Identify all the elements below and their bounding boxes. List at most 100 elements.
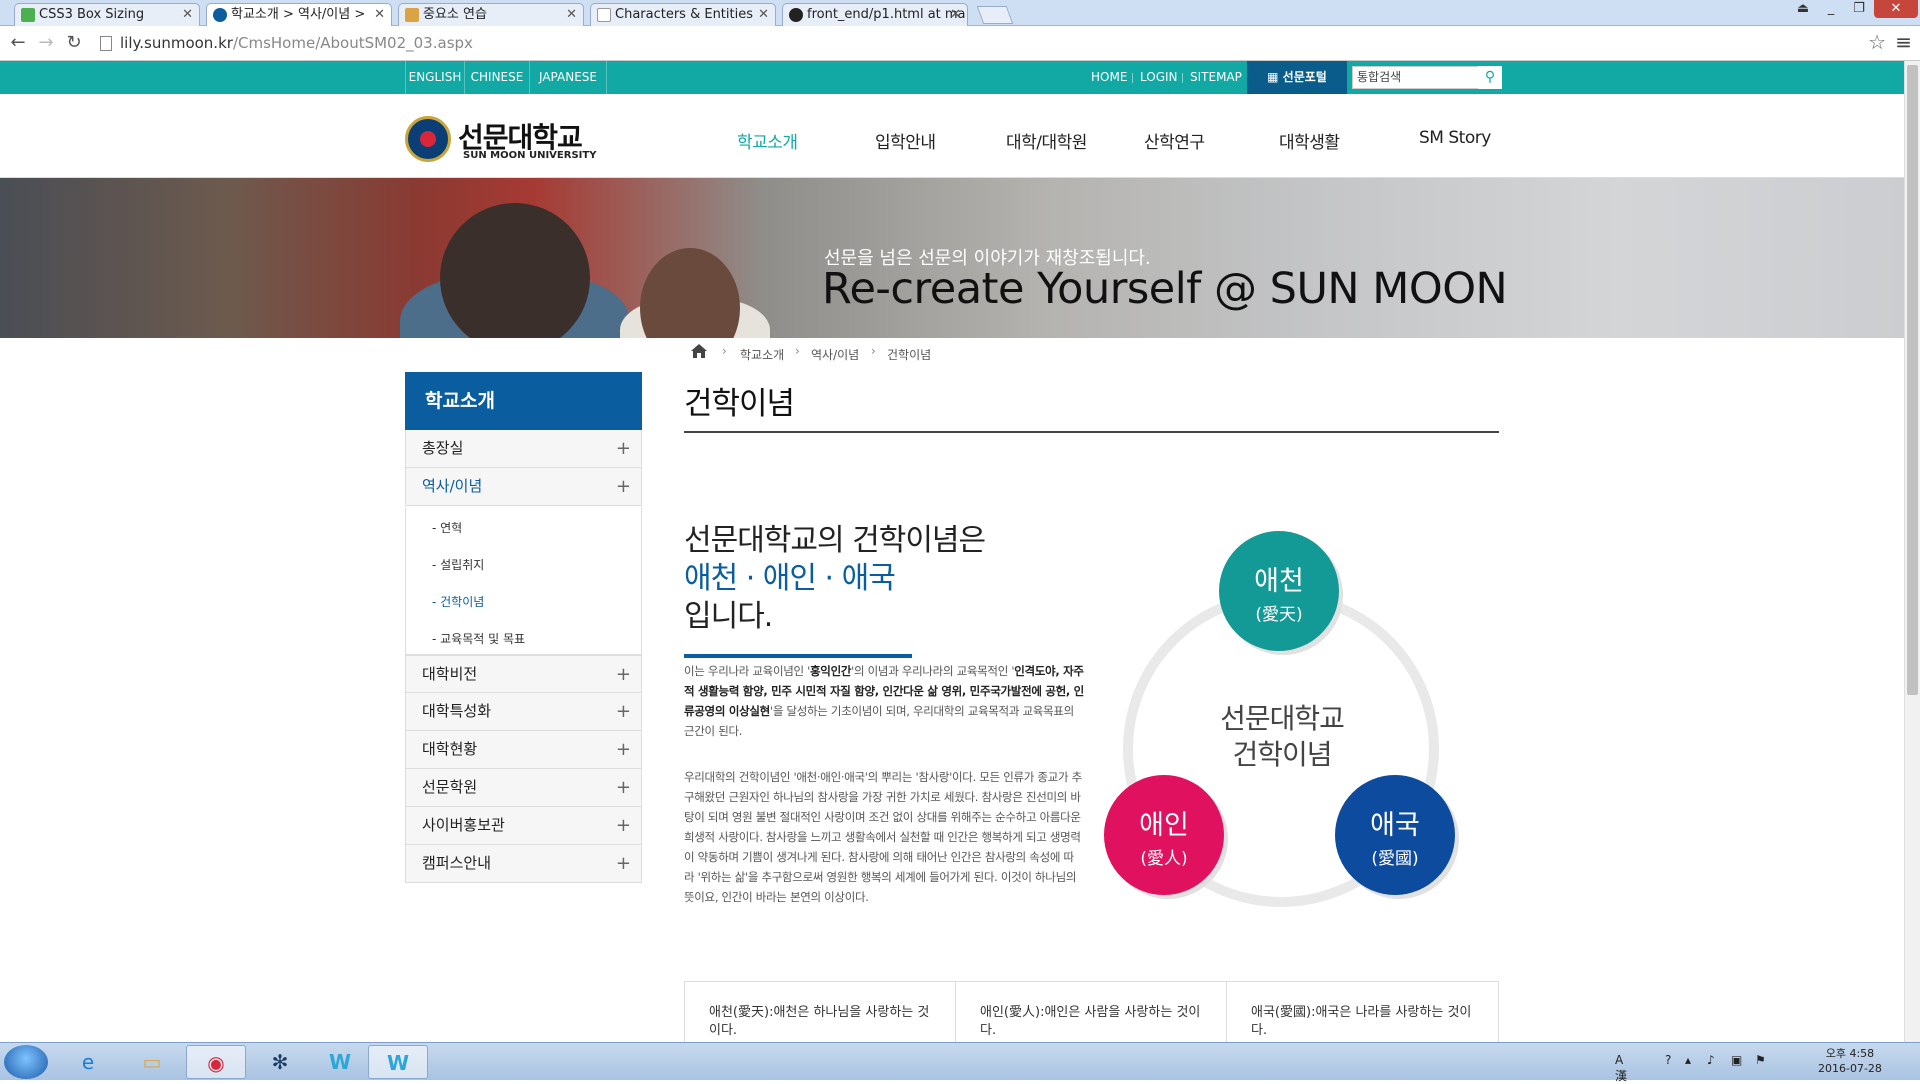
lang-english[interactable]: ENGLISH [405, 61, 465, 94]
bookmark-star-icon[interactable]: ☆ [1868, 30, 1886, 54]
clock-date: 2016-07-28 [1818, 1062, 1882, 1075]
tray-arrow-icon[interactable]: ▴ [1685, 1053, 1691, 1067]
gnb-college[interactable]: 대학/대학원 [1006, 128, 1087, 153]
plus-icon[interactable]: + [616, 731, 631, 768]
plus-icon[interactable]: + [616, 807, 631, 844]
windows-taskbar: e ▭ ◉ ✻ W W A 漢 ? ▴ ♪ ▣ ⚑ 오후 4:58 2016-0… [0, 1042, 1920, 1083]
breadcrumb-item[interactable]: 학교소개 [740, 346, 784, 363]
paragraph-1: 이는 우리나라 교육이념인 '홍익인간'의 이념과 우리나라의 교육목적인 '인… [684, 661, 1084, 741]
browser-tab-sunmoon[interactable]: 학교소개 > 역사/이념 > ✕ [206, 3, 392, 27]
close-icon[interactable]: ✕ [950, 4, 961, 25]
user-icon[interactable]: ⏏ [1790, 0, 1816, 18]
scrollbar-thumb[interactable] [1907, 65, 1918, 695]
plus-icon[interactable]: + [616, 693, 631, 730]
page-icon [100, 36, 112, 51]
url-input[interactable]: lily.sunmoon.kr/CmsHome/AboutSM02_03.asp… [96, 30, 1886, 57]
ime-indicator[interactable]: A 漢 [1615, 1053, 1627, 1084]
portal-label: 선문포털 [1282, 70, 1327, 84]
forward-icon[interactable]: → [34, 31, 58, 55]
close-icon[interactable]: ✕ [374, 4, 385, 25]
lnb-item-cyber-pr[interactable]: 사이버홍보관 + [405, 807, 642, 845]
site-icon [213, 8, 227, 22]
lnb-sub-ideology[interactable]: - 건학이념 [432, 593, 484, 610]
chevron-right-icon: › [722, 344, 727, 358]
clock-time: 오후 4:58 [1825, 1047, 1875, 1060]
gnb-admission[interactable]: 입학안내 [875, 128, 936, 153]
browser-tab-practice[interactable]: 중요소 연습 ✕ [398, 3, 584, 26]
webstorm-icon[interactable]: W [368, 1045, 428, 1079]
browser-tab-css3[interactable]: CSS3 Box Sizing ✕ [14, 3, 200, 26]
circle-hanja: (愛天) [1255, 605, 1303, 625]
browser-tab-github[interactable]: front_end/p1.html at ma ✕ [782, 3, 968, 26]
plus-icon[interactable]: + [616, 430, 631, 467]
volume-icon[interactable]: ♪ [1707, 1053, 1715, 1067]
close-icon[interactable]: ✕ [566, 4, 577, 25]
close-icon[interactable]: ✕ [182, 4, 193, 25]
gnb-research[interactable]: 산학연구 [1144, 128, 1205, 153]
window-close-button[interactable]: ✕ [1874, 0, 1918, 18]
site-header: 선문대학교 SUN MOON UNIVERSITY 학교소개 입학안내 대학/대… [0, 94, 1904, 178]
explorer-icon[interactable]: ▭ [122, 1045, 182, 1079]
tab-title: front_end/p1.html at ma [807, 7, 966, 22]
lnb-sub-goals[interactable]: - 교육목적 및 목표 [432, 630, 525, 647]
plus-icon[interactable]: + [616, 769, 631, 806]
lnb-sub-history[interactable]: - 연혁 [432, 519, 462, 536]
breadcrumb-item[interactable]: 역사/이념 [811, 346, 859, 363]
chevron-right-icon: › [795, 344, 800, 358]
close-icon[interactable]: ✕ [758, 4, 769, 25]
lnb-item-status[interactable]: 대학현황 + [405, 731, 642, 769]
banner-photo [440, 203, 590, 338]
flag-icon[interactable]: ⚑ [1755, 1053, 1766, 1067]
restore-button[interactable]: ❐ [1846, 0, 1872, 18]
plus-icon[interactable]: + [616, 468, 631, 505]
network-icon[interactable]: ▣ [1731, 1053, 1742, 1067]
plus-icon[interactable]: + [616, 656, 631, 693]
circle-love-nation: 애국 (愛國) [1335, 775, 1455, 895]
search-icon[interactable]: ⚲ [1478, 66, 1502, 89]
lnb-item-foundation[interactable]: 선문학원 + [405, 769, 642, 807]
tab-title: Characters & Entities [615, 7, 753, 22]
logo-english[interactable]: SUN MOON UNIVERSITY [463, 150, 596, 161]
util-sitemap[interactable]: SITEMAP [1190, 61, 1242, 94]
divider [684, 431, 1499, 433]
gnb-sm-story[interactable]: SM Story [1419, 128, 1491, 148]
menu-icon[interactable]: ≡ [1895, 30, 1912, 54]
chrome-icon[interactable]: ◉ [186, 1045, 246, 1079]
help-icon[interactable]: ? [1665, 1053, 1671, 1067]
lnb-item-president[interactable]: 총장실 + [405, 430, 642, 468]
ie-icon[interactable]: e [58, 1045, 118, 1079]
top-utility-bar: ENGLISH CHINESE JAPANESE HOME LOGIN SITE… [0, 61, 1904, 94]
minimize-button[interactable]: _ [1818, 0, 1844, 18]
lnb-item-vision[interactable]: 대학비전 + [405, 655, 642, 693]
lnb-item-campus-guide[interactable]: 캠퍼스안내 + [405, 845, 642, 883]
app-icon[interactable]: ✻ [250, 1045, 310, 1079]
gnb-about[interactable]: 학교소개 [737, 128, 798, 153]
university-logo[interactable] [405, 116, 451, 162]
util-login[interactable]: LOGIN [1140, 61, 1178, 94]
page-scrollbar[interactable] [1904, 61, 1920, 1042]
lang-chinese[interactable]: CHINESE [465, 61, 530, 94]
para-bold: 홍익인간 [810, 664, 852, 678]
home-icon[interactable] [690, 343, 708, 359]
portal-button[interactable]: ▦ 선문포털 [1247, 61, 1347, 94]
github-icon [789, 8, 803, 22]
back-icon[interactable]: ← [6, 31, 30, 55]
clock[interactable]: 오후 4:58 2016-07-28 [1818, 1046, 1882, 1076]
lnb-item-history[interactable]: 역사/이념 + [405, 468, 642, 506]
lnb-item-specialization[interactable]: 대학특성화 + [405, 693, 642, 731]
reload-icon[interactable]: ↻ [62, 31, 86, 55]
lang-japanese[interactable]: JAPANESE [530, 61, 607, 94]
tab-title: CSS3 Box Sizing [39, 7, 145, 22]
url-host: lily.sunmoon.kr [120, 34, 233, 52]
browser-tab-entities[interactable]: Characters & Entities ✕ [590, 3, 776, 26]
circle-label: 애천 [1254, 566, 1304, 597]
webstorm-icon[interactable]: W [310, 1045, 370, 1079]
new-tab-button[interactable] [976, 6, 1014, 24]
lnb-sub-founding[interactable]: - 설립취지 [432, 556, 484, 573]
gnb-campus-life[interactable]: 대학생활 [1279, 128, 1340, 153]
start-button[interactable] [4, 1045, 48, 1079]
lnb-label: 캠퍼스안내 [422, 854, 492, 872]
plus-icon[interactable]: + [616, 845, 631, 882]
util-home[interactable]: HOME [1091, 61, 1127, 94]
banner-title: Re-create Yourself @ SUN MOON [822, 264, 1508, 314]
